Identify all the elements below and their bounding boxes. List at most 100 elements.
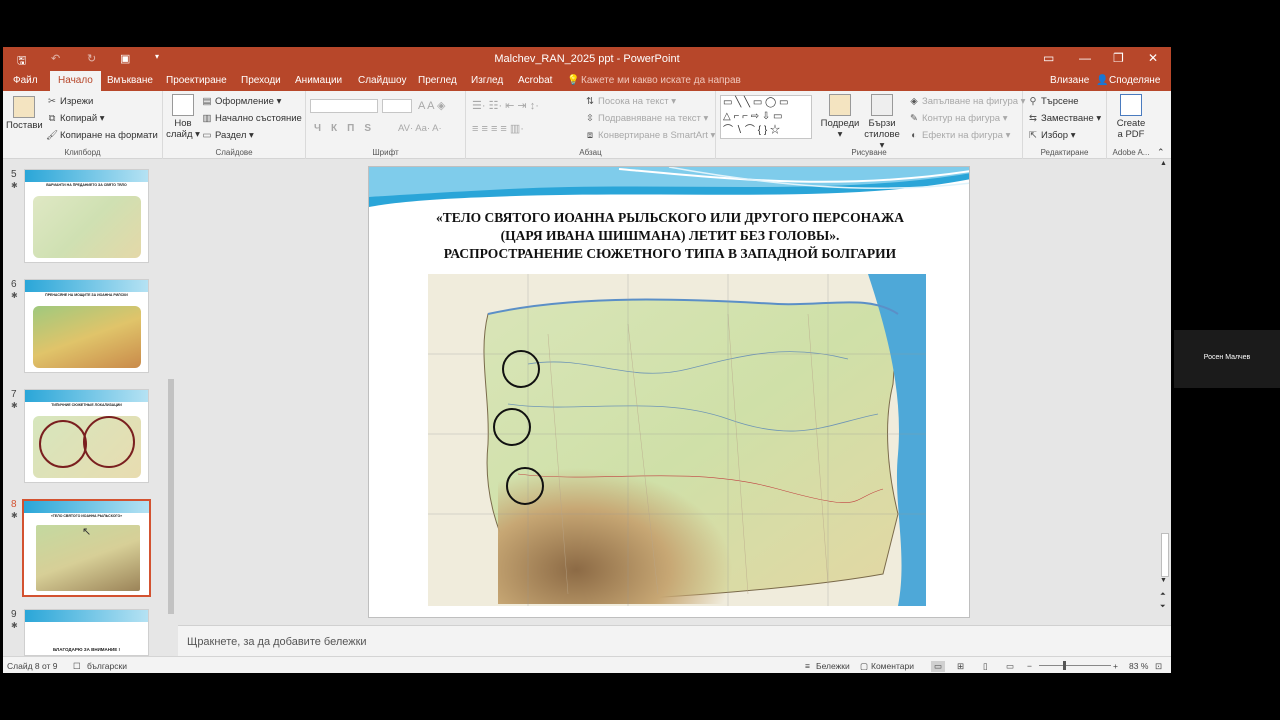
tab-review[interactable]: Преглед	[418, 75, 457, 86]
cut-button[interactable]: ✂ Изрежи	[46, 96, 93, 107]
reset-button[interactable]: ▥ Начално състояние	[201, 113, 302, 124]
tab-animations[interactable]: Анимации	[295, 75, 342, 86]
font-color-button[interactable]: AV· Aa· A·	[398, 123, 442, 134]
tab-transitions[interactable]: Преходи	[241, 75, 281, 86]
bold-button[interactable]: Ч	[314, 123, 331, 134]
normal-view-icon[interactable]: ▭	[931, 661, 946, 672]
zoom-level[interactable]: 83 %	[1129, 661, 1148, 671]
italic-button[interactable]: К	[331, 123, 347, 134]
font-size-select[interactable]	[382, 99, 412, 113]
create-pdf-button[interactable]: Create a PDF	[1111, 94, 1151, 140]
slide-sorter-icon[interactable]: ⊞	[957, 661, 964, 672]
scrollbar-thumb[interactable]	[1161, 533, 1169, 577]
font-size-controls[interactable]: A A ◈	[418, 99, 445, 112]
replace-button[interactable]: ⇆ Заместване ▾	[1027, 113, 1101, 124]
tab-slideshow[interactable]: Слайдшоу	[358, 75, 407, 86]
shape-outline-button[interactable]: ✎ Контур на фигура ▾	[908, 113, 1007, 124]
comments-icon[interactable]: ▢	[860, 661, 868, 672]
format-painter-button[interactable]: 🖌 Копиране на формати	[46, 130, 158, 141]
text-direction-button[interactable]: ⇅ Посока на текст ▾	[584, 96, 676, 107]
collapse-ribbon-icon[interactable]: ⌃	[1157, 147, 1165, 158]
slides-group-label: Слайдове	[215, 148, 253, 157]
zoom-in-icon[interactable]: +	[1113, 661, 1118, 671]
quick-styles-label-2: стилове	[864, 129, 900, 140]
mouse-cursor-icon: ↖	[82, 526, 92, 538]
notes-placeholder[interactable]: Щракнете, за да добавите бележки	[187, 636, 367, 648]
shapes-gallery[interactable]: ▭ ╲ ╲ ▭ ◯ ▭ △ ⌐ ⌐ ⇨ ⇩ ▭ ⌒ ∖ ⌒ { } ☆	[720, 95, 812, 139]
share-button[interactable]: Споделяне	[1109, 75, 1160, 86]
smartart-label: Конвертиране в SmartArt	[598, 130, 708, 141]
paste-label: Постави	[6, 120, 43, 131]
scroll-down-icon[interactable]: ▼	[1160, 577, 1167, 584]
strike-button[interactable]: S	[364, 123, 381, 134]
participant-name: Росен Малчев	[1203, 354, 1251, 361]
smartart-button[interactable]: ⧈ Конвертиране в SmartArt ▾	[584, 130, 715, 141]
slide-thumbnail-5[interactable]: ВАРИАНТИ НА ПРЕДАНИЕТО ЗА СВЯТО ТЯЛО	[24, 169, 149, 263]
bulgaria-map-image[interactable]	[428, 274, 926, 606]
restore-icon[interactable]: ❐	[1113, 51, 1124, 65]
clipboard-group-label: Клипборд	[64, 148, 101, 157]
tab-view[interactable]: Изглед	[471, 75, 503, 86]
font-family-select[interactable]	[310, 99, 378, 113]
align-text-button[interactable]: ⇳ Подравняване на текст ▾	[584, 113, 708, 124]
zoom-slider-thumb[interactable]	[1063, 661, 1066, 670]
fit-slide-icon[interactable]: ⊡	[1155, 661, 1162, 672]
cut-label: Изрежи	[60, 96, 94, 107]
slide-thumbnail-8-selected[interactable]: «ТЕЛО СВЯТОГО ИОАННА РЫЛЬСКОГО» ↖	[22, 499, 151, 597]
thumbnails-scrollbar[interactable]	[166, 164, 176, 614]
slideshow-view-icon[interactable]: ▭	[1006, 661, 1014, 672]
reading-view-icon[interactable]: ▯	[983, 661, 988, 672]
tab-design[interactable]: Проектиране	[166, 75, 227, 86]
tab-file[interactable]: Файл	[13, 75, 38, 86]
status-bar: Слайд 8 от 9 ☐ български ≡ Бележки ▢ Ком…	[3, 656, 1171, 673]
slide-thumbnail-9[interactable]: БЛАГОДАРЮ ЗА ВНИМАНИЕ !	[24, 609, 149, 656]
current-slide[interactable]: «ТЕЛО СВЯТОГО ИОАННА РЫЛЬСКОГО ИЛИ ДРУГО…	[368, 166, 970, 618]
text-direction-icon: ⇅	[586, 96, 594, 107]
next-slide-icon[interactable]: ⏷	[1160, 603, 1166, 611]
close-icon[interactable]: ✕	[1148, 51, 1158, 65]
sign-in-link[interactable]: Влизане	[1050, 75, 1089, 86]
align-buttons[interactable]: ≡ ≡ ≡ ≡ ▥·	[472, 122, 524, 135]
text-direction-label: Посока на текст	[598, 96, 669, 107]
language-indicator[interactable]: български	[87, 661, 127, 671]
minimize-icon[interactable]: —	[1079, 51, 1091, 65]
slide-thumbnail-7[interactable]: ТИПИЧНИЕ СЮЖЕТНЫЕ ЛОКАЛИЗАЦИИ	[24, 389, 149, 483]
copy-button[interactable]: ⧉ Копирай ▾	[46, 113, 105, 124]
paste-button[interactable]: Постави	[6, 96, 43, 131]
shape-fill-button[interactable]: ◈ Запълване на фигура ▾	[908, 96, 1025, 107]
new-slide-label-2: слайд	[166, 129, 193, 140]
tab-insert[interactable]: Вмъкване	[107, 75, 153, 86]
slide-title[interactable]: «ТЕЛО СВЯТОГО ИОАННА РЫЛЬСКОГО ИЛИ ДРУГО…	[389, 209, 951, 263]
shape-effects-button[interactable]: ◐ Ефекти на фигура ▾	[908, 130, 1010, 141]
tab-home[interactable]: Начало	[50, 71, 101, 91]
select-button[interactable]: ⇱ Избор ▾	[1027, 130, 1076, 141]
layout-button[interactable]: ▤ Оформление ▾	[201, 96, 282, 107]
comments-toggle[interactable]: Коментари	[871, 661, 914, 671]
section-button[interactable]: ▭ Раздел ▾	[201, 130, 254, 141]
font-style-buttons[interactable]: ЧКПS	[314, 123, 381, 134]
animation-star-icon: ✱	[11, 401, 18, 410]
scroll-up-icon[interactable]: ▲	[1160, 160, 1167, 167]
title-bar: 🖫 ↶ ↻ ▣ ▾ Malchev_RAN_2025 ppt - PowerPo…	[3, 47, 1171, 71]
ribbon-display-options-icon[interactable]: ▭	[1043, 51, 1054, 65]
spellcheck-icon[interactable]: ☐	[73, 661, 81, 672]
slide-thumbnails-pane: 5 ✱ ВАРИАНТИ НА ПРЕДАНИЕТО ЗА СВЯТО ТЯЛО…	[3, 159, 178, 656]
previous-slide-icon[interactable]: ⏶	[1160, 591, 1166, 599]
underline-button[interactable]: П	[347, 123, 364, 134]
slide-thumbnail-6[interactable]: ПРЕНАСЯНЕ НА МОЩИТЕ ЗА ИОАННА РИЛСКИ	[24, 279, 149, 373]
new-slide-button[interactable]: Нов слайд ▾	[166, 94, 200, 140]
zoom-out-icon[interactable]: −	[1027, 661, 1032, 671]
zoom-slider[interactable]	[1039, 665, 1111, 666]
section-icon: ▭	[202, 130, 212, 141]
tell-me-box[interactable]: Кажете ми какво искате да направ	[581, 75, 741, 86]
tab-acrobat[interactable]: Acrobat	[518, 75, 552, 86]
scrollbar-thumb[interactable]	[168, 379, 174, 614]
notes-icon[interactable]: ≡	[805, 661, 810, 671]
arrange-button[interactable]: Подреди ▾	[820, 94, 860, 140]
notes-toggle[interactable]: Бележки	[816, 661, 850, 671]
editor-scrollbar[interactable]: ▲ ▼ ⏶ ⏷	[1158, 159, 1171, 625]
quick-styles-button[interactable]: Бързи стилове ▾	[862, 94, 902, 151]
list-buttons[interactable]: ☰· ☷· ⇤ ⇥ ↕·	[472, 99, 539, 112]
notes-pane[interactable]: Щракнете, за да добавите бележки	[178, 625, 1171, 656]
find-button[interactable]: ⚲ Търсене	[1027, 96, 1079, 107]
